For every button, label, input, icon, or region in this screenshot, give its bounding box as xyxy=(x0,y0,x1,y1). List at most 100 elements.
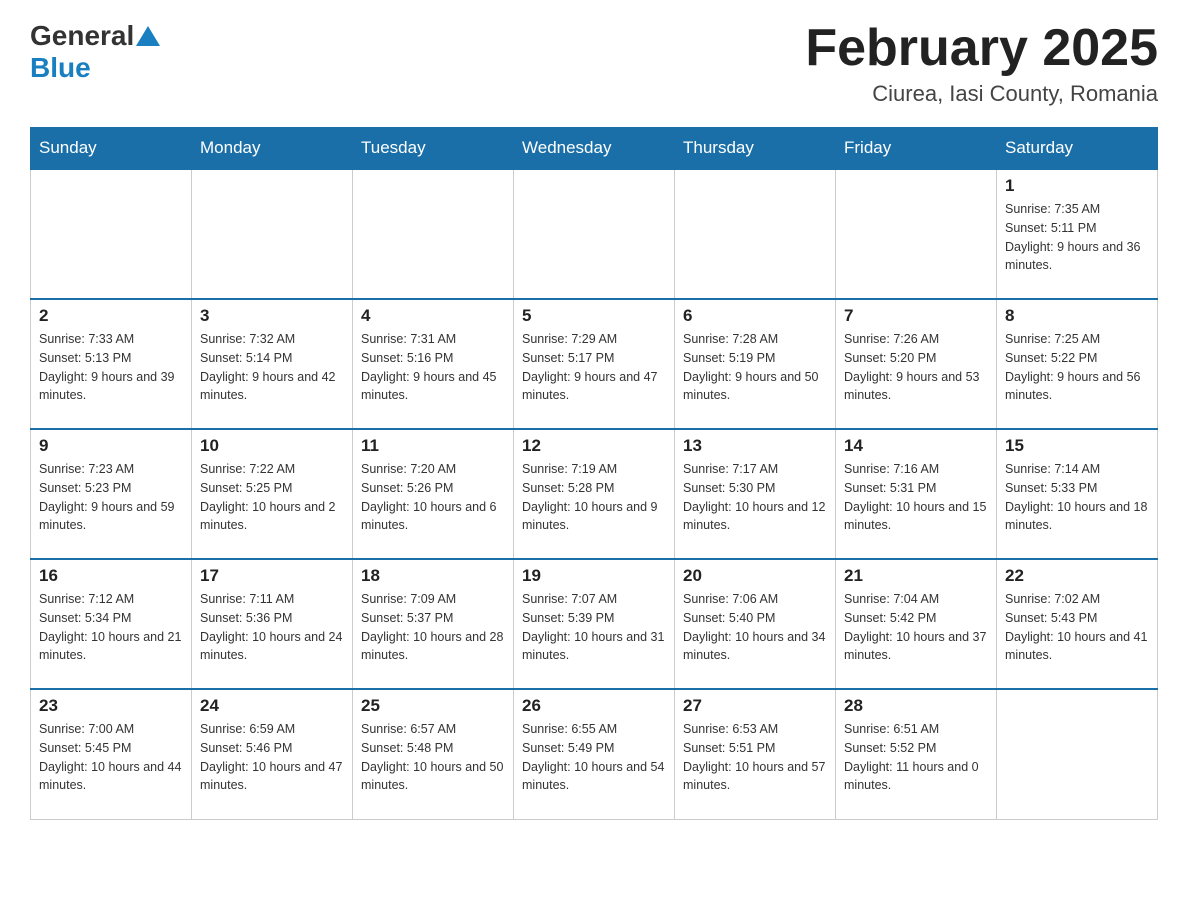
week-row-4: 16Sunrise: 7:12 AMSunset: 5:34 PMDayligh… xyxy=(31,559,1158,689)
title-section: February 2025 Ciurea, Iasi County, Roman… xyxy=(805,20,1158,107)
day-info: Sunrise: 7:26 AMSunset: 5:20 PMDaylight:… xyxy=(844,330,988,405)
calendar-cell: 17 Sunrise: 7:11 AMSunset: 5:36 PMDayligh… xyxy=(192,559,353,689)
day-number: 3 xyxy=(200,306,344,326)
day-number: 8 xyxy=(1005,306,1149,326)
calendar-cell: 26Sunrise: 6:55 AMSunset: 5:49 PMDayligh… xyxy=(514,689,675,819)
calendar-cell: 23 Sunrise: 7:00 AMSunset: 5:45 PMDayligh… xyxy=(31,689,192,819)
logo: General Blue xyxy=(30,20,160,84)
calendar-cell xyxy=(997,689,1158,819)
calendar-cell: 10 Sunrise: 7:22 AMSunset: 5:25 PMDayligh… xyxy=(192,429,353,559)
calendar-cell xyxy=(836,169,997,299)
day-info: Sunrise: 6:55 AMSunset: 5:49 PMDaylight:… xyxy=(522,720,666,795)
day-number: 13 xyxy=(683,436,827,456)
day-info: Sunrise: 7:35 AMSunset: 5:11 PMDaylight:… xyxy=(1005,200,1149,275)
day-info: Sunrise: 7:00 AMSunset: 5:45 PMDaylight:… xyxy=(39,720,183,795)
calendar-cell: 3 Sunrise: 7:32 AMSunset: 5:14 PMDaylight… xyxy=(192,299,353,429)
calendar-cell xyxy=(675,169,836,299)
day-info: Sunrise: 7:33 AMSunset: 5:13 PMDaylight:… xyxy=(39,330,183,405)
day-number: 1 xyxy=(1005,176,1149,196)
calendar-cell: 2 Sunrise: 7:33 AMSunset: 5:13 PMDaylight… xyxy=(31,299,192,429)
day-number: 5 xyxy=(522,306,666,326)
day-info: Sunrise: 7:22 AMSunset: 5:25 PMDaylight:… xyxy=(200,460,344,535)
day-number: 21 xyxy=(844,566,988,586)
day-number: 4 xyxy=(361,306,505,326)
day-number: 20 xyxy=(683,566,827,586)
day-info: Sunrise: 6:59 AMSunset: 5:46 PMDaylight:… xyxy=(200,720,344,795)
calendar-cell: 11 Sunrise: 7:20 AMSunset: 5:26 PMDayligh… xyxy=(353,429,514,559)
days-header-row: Sunday Monday Tuesday Wednesday Thursday… xyxy=(31,128,1158,170)
header-wednesday: Wednesday xyxy=(514,128,675,170)
day-info: Sunrise: 7:09 AMSunset: 5:37 PMDaylight:… xyxy=(361,590,505,665)
header-friday: Friday xyxy=(836,128,997,170)
day-info: Sunrise: 7:25 AMSunset: 5:22 PMDaylight:… xyxy=(1005,330,1149,405)
calendar-cell xyxy=(192,169,353,299)
day-number: 7 xyxy=(844,306,988,326)
day-number: 12 xyxy=(522,436,666,456)
calendar-cell: 19 Sunrise: 7:07 AMSunset: 5:39 PMDayligh… xyxy=(514,559,675,689)
calendar-cell: 6 Sunrise: 7:28 AMSunset: 5:19 PMDaylight… xyxy=(675,299,836,429)
calendar-cell xyxy=(31,169,192,299)
header-tuesday: Tuesday xyxy=(353,128,514,170)
location-title: Ciurea, Iasi County, Romania xyxy=(805,81,1158,107)
day-info: Sunrise: 7:16 AMSunset: 5:31 PMDaylight:… xyxy=(844,460,988,535)
calendar-cell: 5 Sunrise: 7:29 AMSunset: 5:17 PMDaylight… xyxy=(514,299,675,429)
calendar-cell xyxy=(353,169,514,299)
calendar-cell: 1 Sunrise: 7:35 AMSunset: 5:11 PMDaylight… xyxy=(997,169,1158,299)
day-number: 10 xyxy=(200,436,344,456)
page-header: General Blue February 2025 Ciurea, Iasi … xyxy=(30,20,1158,107)
day-number: 22 xyxy=(1005,566,1149,586)
logo-triangle-icon xyxy=(136,26,160,46)
day-info: Sunrise: 6:53 AMSunset: 5:51 PMDaylight:… xyxy=(683,720,827,795)
day-info: Sunrise: 7:32 AMSunset: 5:14 PMDaylight:… xyxy=(200,330,344,405)
day-info: Sunrise: 7:19 AMSunset: 5:28 PMDaylight:… xyxy=(522,460,666,535)
day-info: Sunrise: 7:23 AMSunset: 5:23 PMDaylight:… xyxy=(39,460,183,535)
day-info: Sunrise: 7:14 AMSunset: 5:33 PMDaylight:… xyxy=(1005,460,1149,535)
day-number: 14 xyxy=(844,436,988,456)
calendar-table: Sunday Monday Tuesday Wednesday Thursday… xyxy=(30,127,1158,820)
day-number: 19 xyxy=(522,566,666,586)
calendar-cell: 12 Sunrise: 7:19 AMSunset: 5:28 PMDayligh… xyxy=(514,429,675,559)
week-row-5: 23 Sunrise: 7:00 AMSunset: 5:45 PMDayligh… xyxy=(31,689,1158,819)
day-info: Sunrise: 7:29 AMSunset: 5:17 PMDaylight:… xyxy=(522,330,666,405)
calendar-cell: 8 Sunrise: 7:25 AMSunset: 5:22 PMDaylight… xyxy=(997,299,1158,429)
day-info: Sunrise: 7:04 AMSunset: 5:42 PMDaylight:… xyxy=(844,590,988,665)
day-number: 18 xyxy=(361,566,505,586)
day-number: 24 xyxy=(200,696,344,716)
calendar-cell: 9Sunrise: 7:23 AMSunset: 5:23 PMDaylight… xyxy=(31,429,192,559)
calendar-cell: 13Sunrise: 7:17 AMSunset: 5:30 PMDayligh… xyxy=(675,429,836,559)
day-info: Sunrise: 7:28 AMSunset: 5:19 PMDaylight:… xyxy=(683,330,827,405)
day-number: 2 xyxy=(39,306,183,326)
calendar-cell: 4 Sunrise: 7:31 AMSunset: 5:16 PMDaylight… xyxy=(353,299,514,429)
day-number: 27 xyxy=(683,696,827,716)
week-row-1: 1 Sunrise: 7:35 AMSunset: 5:11 PMDaylight… xyxy=(31,169,1158,299)
calendar-cell: 28 Sunrise: 6:51 AMSunset: 5:52 PMDayligh… xyxy=(836,689,997,819)
calendar-cell: 21 Sunrise: 7:04 AMSunset: 5:42 PMDayligh… xyxy=(836,559,997,689)
day-info: Sunrise: 7:02 AMSunset: 5:43 PMDaylight:… xyxy=(1005,590,1149,665)
day-number: 11 xyxy=(361,436,505,456)
calendar-cell: 27 Sunrise: 6:53 AMSunset: 5:51 PMDayligh… xyxy=(675,689,836,819)
day-info: Sunrise: 7:11 AMSunset: 5:36 PMDaylight:… xyxy=(200,590,344,665)
day-number: 16 xyxy=(39,566,183,586)
day-info: Sunrise: 6:51 AMSunset: 5:52 PMDaylight:… xyxy=(844,720,988,795)
logo-general: General xyxy=(30,20,160,52)
day-number: 6 xyxy=(683,306,827,326)
day-info: Sunrise: 7:31 AMSunset: 5:16 PMDaylight:… xyxy=(361,330,505,405)
calendar-cell: 25Sunrise: 6:57 AMSunset: 5:48 PMDayligh… xyxy=(353,689,514,819)
calendar-cell: 7 Sunrise: 7:26 AMSunset: 5:20 PMDaylight… xyxy=(836,299,997,429)
day-info: Sunrise: 7:06 AMSunset: 5:40 PMDaylight:… xyxy=(683,590,827,665)
day-number: 17 xyxy=(200,566,344,586)
header-monday: Monday xyxy=(192,128,353,170)
calendar-cell: 14 Sunrise: 7:16 AMSunset: 5:31 PMDayligh… xyxy=(836,429,997,559)
month-title: February 2025 xyxy=(805,20,1158,77)
calendar-cell: 16Sunrise: 7:12 AMSunset: 5:34 PMDayligh… xyxy=(31,559,192,689)
day-number: 28 xyxy=(844,696,988,716)
calendar-cell: 22 Sunrise: 7:02 AMSunset: 5:43 PMDayligh… xyxy=(997,559,1158,689)
header-saturday: Saturday xyxy=(997,128,1158,170)
calendar-cell: 18 Sunrise: 7:09 AMSunset: 5:37 PMDayligh… xyxy=(353,559,514,689)
day-number: 23 xyxy=(39,696,183,716)
logo-blue: Blue xyxy=(30,52,91,84)
day-number: 15 xyxy=(1005,436,1149,456)
day-info: Sunrise: 7:20 AMSunset: 5:26 PMDaylight:… xyxy=(361,460,505,535)
day-info: Sunrise: 7:07 AMSunset: 5:39 PMDaylight:… xyxy=(522,590,666,665)
day-number: 25 xyxy=(361,696,505,716)
